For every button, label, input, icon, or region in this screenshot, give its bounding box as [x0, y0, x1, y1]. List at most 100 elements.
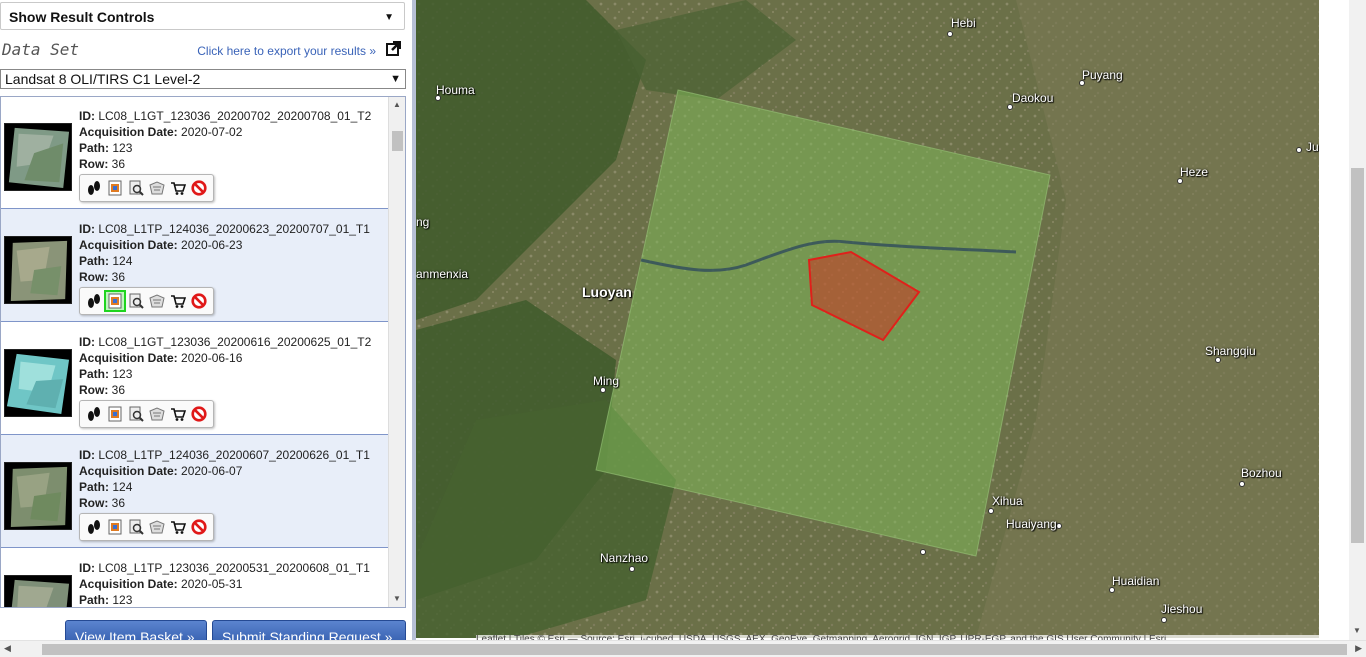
acquisition-date: 2020-05-31 — [181, 577, 243, 591]
path-value: 124 — [112, 254, 133, 268]
compare-icon[interactable] — [148, 405, 166, 423]
city-label-ng: ng — [416, 215, 430, 229]
path-value: 124 — [112, 480, 133, 494]
footprint-icon[interactable] — [85, 179, 103, 197]
footprint-icon[interactable] — [85, 518, 103, 536]
result-actions — [79, 513, 214, 541]
chevron-down-icon: ▼ — [384, 12, 394, 23]
result-id: LC08_L1TP_124036_20200607_20200626_01_T1 — [98, 448, 370, 462]
city-label-huaiyang: Huaiyang — [1006, 517, 1057, 531]
result-actions — [79, 400, 214, 428]
compare-icon[interactable] — [148, 292, 166, 310]
result-actions — [79, 287, 214, 315]
scroll-down-icon[interactable]: ▼ — [1353, 626, 1361, 635]
page-horizontal-scrollbar[interactable]: ◀ ▶ — [0, 640, 1366, 657]
city-label-puyang: Puyang — [1082, 68, 1123, 82]
results-list: ID: LC08_L1GT_123036_20200702_20200708_0… — [0, 96, 406, 608]
overlay-icon[interactable] — [104, 290, 126, 312]
result-id: LC08_L1TP_123036_20200531_20200608_01_T1 — [98, 561, 370, 575]
result-item: ID: LC08_L1TP_123036_20200531_20200608_0… — [1, 548, 388, 607]
city-label-shangqiu: Shangqiu — [1205, 344, 1256, 358]
city-label-bozhou: Bozhou — [1241, 466, 1282, 480]
city-label-daokou: Daokou — [1012, 91, 1054, 105]
compare-icon[interactable] — [148, 179, 166, 197]
metadata-icon[interactable] — [127, 405, 145, 423]
cart-icon[interactable] — [169, 179, 187, 197]
city-marker — [947, 31, 953, 37]
scene-thumbnail[interactable] — [4, 349, 72, 417]
overlay-icon[interactable] — [106, 179, 124, 197]
scrollbar-thumb[interactable] — [42, 644, 1347, 655]
map-imagery — [416, 0, 1319, 638]
dataset-selected-value: Landsat 8 OLI/TIRS C1 Level-2 — [5, 71, 201, 87]
result-info: ID: LC08_L1GT_123036_20200702_20200708_0… — [79, 109, 372, 171]
external-link-icon[interactable] — [386, 40, 402, 56]
scene-thumbnail[interactable] — [4, 575, 72, 607]
acquisition-date: 2020-06-16 — [181, 351, 243, 365]
acquisition-date: 2020-06-23 — [181, 238, 243, 252]
scroll-up-icon[interactable]: ▲ — [393, 100, 401, 109]
result-controls-dropdown[interactable]: Show Result Controls ▼ — [0, 2, 405, 30]
cart-icon[interactable] — [169, 518, 187, 536]
row-value: 36 — [111, 383, 126, 397]
exclude-icon[interactable] — [190, 179, 208, 197]
city-label-xihua: Xihua — [992, 494, 1023, 508]
result-info: ID: LC08_L1TP_123036_20200531_20200608_0… — [79, 561, 370, 607]
metadata-icon[interactable] — [127, 518, 145, 536]
scroll-left-icon[interactable]: ◀ — [4, 643, 11, 654]
export-results-link[interactable]: Click here to export your results » — [197, 44, 376, 58]
city-label-mingo: Ming — [593, 374, 620, 388]
result-controls-label: Show Result Controls — [9, 9, 155, 25]
overlay-icon[interactable] — [106, 518, 124, 536]
footprint-icon[interactable] — [85, 405, 103, 423]
result-info: ID: LC08_L1TP_124036_20200607_20200626_0… — [79, 448, 370, 510]
city-label-huaidian: Huaidian — [1112, 574, 1160, 588]
result-item: ID: LC08_L1TP_124036_20200607_20200626_0… — [1, 435, 388, 548]
results-panel: Show Result Controls ▼ Data Set Click he… — [0, 0, 412, 657]
dataset-header: Data Set Click here to export your resul… — [0, 38, 406, 62]
city-marker — [1296, 147, 1302, 153]
result-id: LC08_L1TP_124036_20200623_20200707_01_T1 — [98, 222, 370, 236]
path-value: 123 — [112, 593, 133, 607]
scene-thumbnail[interactable] — [4, 462, 72, 530]
city-label-hebi: Hebi — [951, 16, 976, 30]
result-info: ID: LC08_L1GT_123036_20200616_20200625_0… — [79, 335, 372, 397]
result-item: ID: LC08_L1GT_123036_20200702_20200708_0… — [1, 97, 388, 209]
exclude-icon[interactable] — [190, 518, 208, 536]
city-label-heze: Heze — [1180, 165, 1209, 179]
chevron-down-icon: ▼ — [390, 73, 401, 85]
exclude-icon[interactable] — [190, 405, 208, 423]
acquisition-date: 2020-07-02 — [181, 125, 243, 139]
city-marker — [988, 508, 994, 514]
scene-thumbnail[interactable] — [4, 123, 72, 191]
scroll-down-icon[interactable]: ▼ — [393, 594, 401, 603]
path-value: 123 — [112, 141, 133, 155]
exclude-icon[interactable] — [190, 292, 208, 310]
result-id: LC08_L1GT_123036_20200702_20200708_01_T2 — [98, 109, 372, 123]
city-marker — [1161, 617, 1167, 623]
page-vertical-scrollbar[interactable]: ▼ — [1349, 0, 1366, 640]
cart-icon[interactable] — [169, 405, 187, 423]
cart-icon[interactable] — [169, 292, 187, 310]
scene-thumbnail[interactable] — [4, 236, 72, 304]
result-info: ID: LC08_L1TP_124036_20200623_20200707_0… — [79, 222, 370, 284]
city-label-houma: Houma — [436, 83, 475, 97]
result-id: LC08_L1GT_123036_20200616_20200625_01_T2 — [98, 335, 372, 349]
metadata-icon[interactable] — [127, 292, 145, 310]
compare-icon[interactable] — [148, 518, 166, 536]
results-scrollbar[interactable]: ▲ ▼ — [388, 97, 405, 607]
city-label-jieshou: Jieshou — [1161, 602, 1203, 616]
metadata-icon[interactable] — [127, 179, 145, 197]
city-label-luoyang: Luoyan — [582, 284, 632, 300]
result-actions — [79, 174, 214, 202]
overlay-icon[interactable] — [106, 405, 124, 423]
scroll-right-icon[interactable]: ▶ — [1355, 643, 1362, 654]
footprint-icon[interactable] — [85, 292, 103, 310]
dataset-select[interactable]: Landsat 8 OLI/TIRS C1 Level-2 ▼ — [0, 69, 406, 89]
city-label-ju: Ju — [1306, 140, 1319, 154]
scrollbar-thumb[interactable] — [392, 131, 403, 151]
city-marker — [920, 549, 926, 555]
acquisition-date: 2020-06-07 — [181, 464, 243, 478]
map-view[interactable]: Hebi Houma Puyang Daokou Ju Heze ng anme… — [416, 0, 1319, 638]
scrollbar-thumb[interactable] — [1351, 168, 1364, 543]
